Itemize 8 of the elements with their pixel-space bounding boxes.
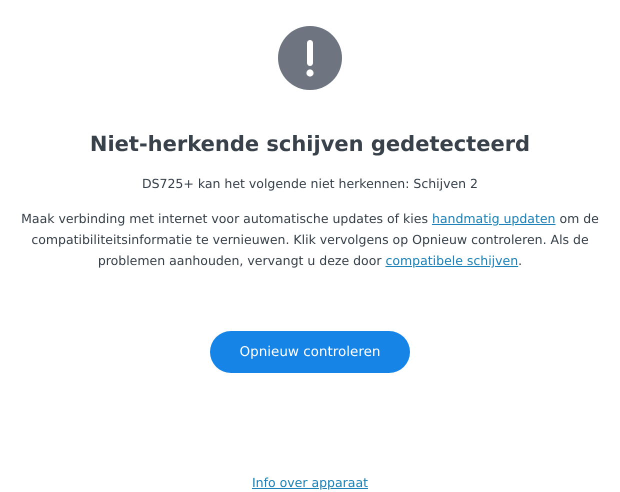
warning-icon [278, 26, 342, 90]
subtitle: DS725+ kan het volgende niet herkennen: Schijven 2 [142, 176, 478, 191]
device-info-link[interactable]: Info over apparaat [252, 475, 368, 490]
inline-link[interactable]: handmatig updaten [432, 211, 556, 226]
recheck-button[interactable]: Opnieuw controleren [210, 331, 410, 373]
dialog-title: Niet-herkende schijven gedetecteerd [90, 132, 530, 156]
inline-link[interactable]: compatibele schijven [385, 253, 518, 268]
message-paragraph: Maak verbinding met internet voor automatische updates of kies handmatig updaten om de compatibiliteitsinformatie te vernieuwen. Klik vervolgens op Opnieuw controleren. Als de problemen aanhouden, vervangt u deze door compatibele schijven. [20, 210, 600, 270]
